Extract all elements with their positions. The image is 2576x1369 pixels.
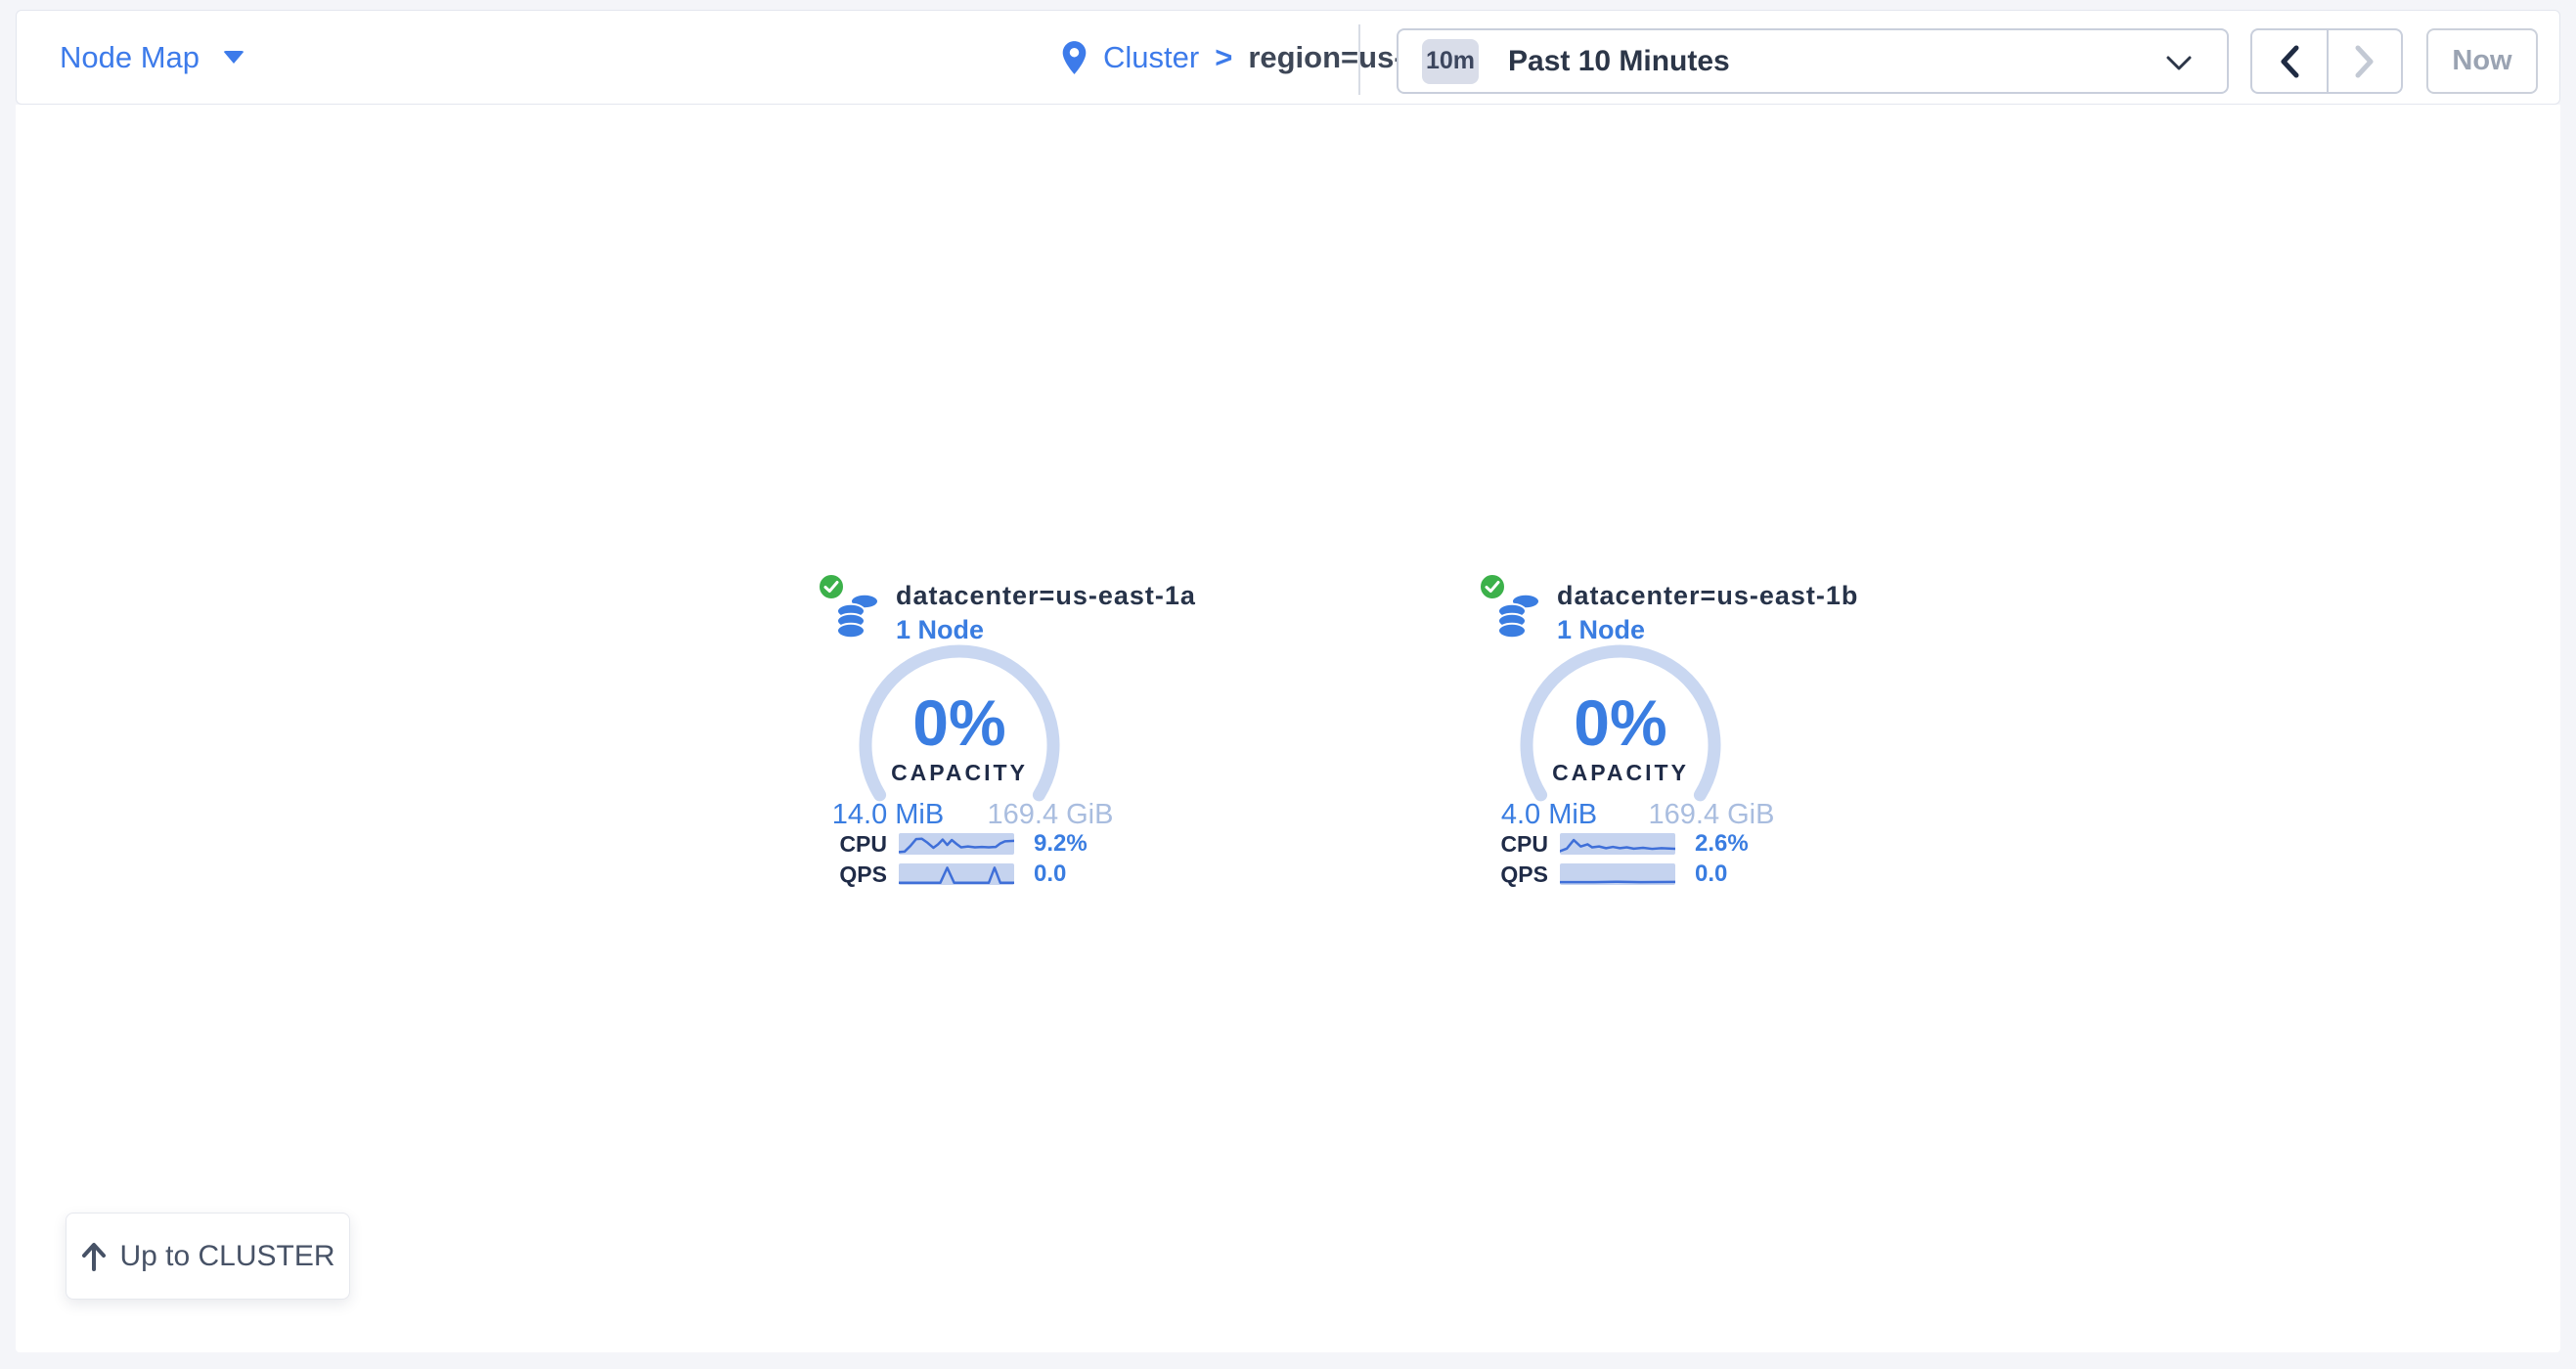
capacity-caption: CAPACITY	[842, 760, 1077, 786]
time-range-badge: 10m	[1422, 39, 1479, 84]
cpu-metric-row: CPU 9.2%	[812, 831, 1242, 857]
up-to-cluster-label: Up to CLUSTER	[119, 1240, 334, 1273]
qps-value: 0.0	[1034, 861, 1066, 887]
cpu-sparkline	[1560, 833, 1675, 855]
view-selector-label: Node Map	[60, 40, 200, 75]
qps-sparkline	[1560, 863, 1675, 885]
qps-label: QPS	[812, 861, 887, 887]
breadcrumb-separator: >	[1215, 40, 1232, 75]
capacity-total: 169.4 GiB	[1633, 799, 1790, 830]
time-prev-button[interactable]	[2250, 28, 2327, 94]
now-button[interactable]: Now	[2426, 28, 2538, 94]
node-map-canvas: datacenter=us-east-1a 1 Node 0% CAPACITY…	[16, 105, 2560, 1352]
up-to-cluster-button[interactable]: Up to CLUSTER	[66, 1213, 350, 1300]
chevron-down-icon	[2166, 56, 2192, 71]
breadcrumb-cluster-link[interactable]: Cluster	[1103, 40, 1199, 75]
qps-metric-row: QPS 0.0	[1473, 861, 1903, 887]
capacity-percent: 0%	[1503, 690, 1738, 755]
time-nav-group	[2250, 28, 2403, 94]
chevron-down-icon	[223, 51, 244, 64]
chevron-left-icon	[2280, 45, 2299, 78]
time-range-label: Past 10 Minutes	[1508, 45, 1730, 78]
qps-sparkline	[899, 863, 1014, 885]
capacity-total: 169.4 GiB	[972, 799, 1129, 830]
datacenter-title: datacenter=us-east-1b	[1557, 578, 1858, 613]
cpu-label: CPU	[812, 831, 887, 857]
datacenter-card[interactable]: datacenter=us-east-1a 1 Node 0% CAPACITY…	[812, 572, 1242, 909]
view-selector-dropdown[interactable]: Node Map	[60, 11, 244, 104]
cpu-sparkline	[899, 833, 1014, 855]
capacity-used: 14.0 MiB	[810, 799, 966, 830]
time-range-dropdown[interactable]: 10m Past 10 Minutes	[1397, 28, 2229, 94]
node-map-page: Node Map Cluster > region=us-east-1 10m …	[0, 0, 2576, 1369]
capacity-used: 4.0 MiB	[1471, 799, 1627, 830]
capacity-percent: 0%	[842, 690, 1077, 755]
cpu-metric-row: CPU 2.6%	[1473, 831, 1903, 857]
datacenter-title: datacenter=us-east-1a	[896, 578, 1196, 613]
topbar-divider	[1358, 24, 1360, 95]
arrow-up-icon	[80, 1242, 108, 1271]
datacenter-card[interactable]: datacenter=us-east-1b 1 Node 0% CAPACITY…	[1473, 572, 1903, 909]
capacity-caption: CAPACITY	[1503, 760, 1738, 786]
topbar: Node Map Cluster > region=us-east-1 10m …	[16, 10, 2560, 105]
qps-metric-row: QPS 0.0	[812, 861, 1242, 887]
cpu-value: 2.6%	[1695, 831, 1749, 857]
chevron-right-icon	[2355, 45, 2375, 78]
qps-label: QPS	[1473, 861, 1548, 887]
qps-value: 0.0	[1695, 861, 1727, 887]
time-next-button[interactable]	[2327, 28, 2403, 94]
location-pin-icon	[1061, 40, 1088, 75]
cpu-value: 9.2%	[1034, 831, 1088, 857]
cpu-label: CPU	[1473, 831, 1548, 857]
